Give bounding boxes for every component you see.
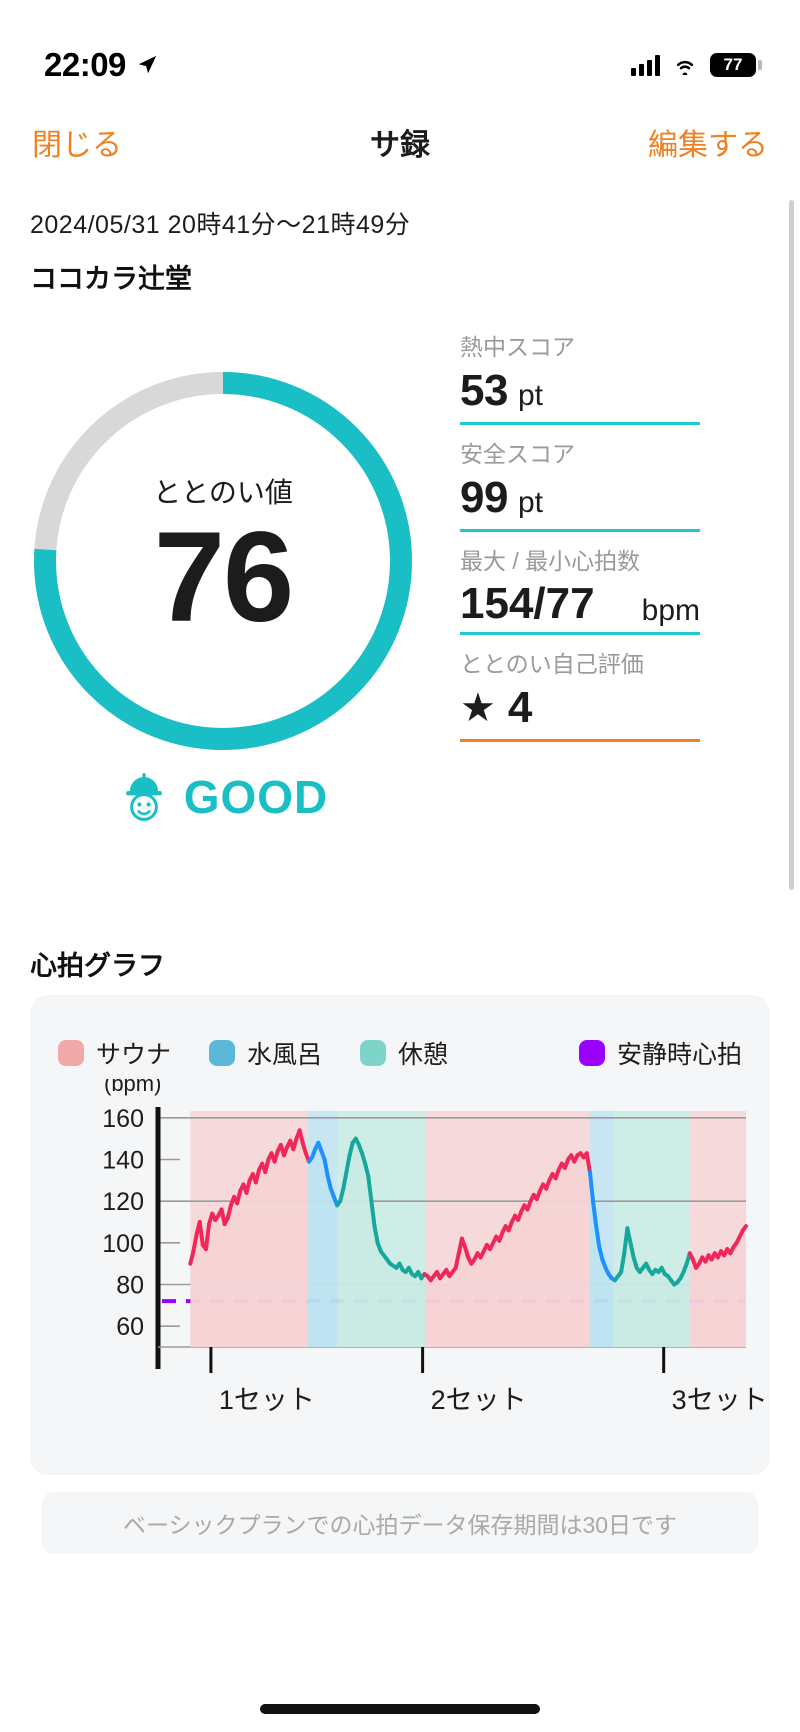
sauna-face-icon (125, 773, 162, 821)
home-indicator[interactable] (260, 1704, 540, 1714)
svg-text:(bpm): (bpm) (104, 1079, 161, 1096)
stat-label: 最大 / 最小心拍数 (460, 548, 641, 574)
star-icon: ★ (460, 686, 496, 731)
stat-label: ととのい自己評価 (460, 651, 644, 678)
stat-value-row: 53 pt (460, 366, 700, 422)
stat-value-row: ★ 4 (460, 683, 700, 739)
navigation-bar: 閉じる サ録 編集する (0, 102, 800, 182)
svg-text:2セット: 2セット (431, 1385, 527, 1415)
stat-underline (460, 739, 700, 743)
gauge-label: ととのい値 (153, 477, 293, 508)
wifi-icon (676, 60, 694, 75)
stat-underline (460, 422, 700, 425)
stat-value-row: 99 pt (460, 473, 700, 529)
stat-label: 熱中スコア (460, 334, 575, 360)
summary-section: ととのい値 76 GOOD 熱中スコア 53 pt 安全スコア 99 pt 最大… (0, 318, 800, 928)
gauge-center-text: ととのい値 76 (28, 471, 418, 645)
stat-unit: bpm (641, 594, 700, 628)
session-info: 2024/05/31 20時41分〜21時49分 ココカラ辻堂 (30, 205, 410, 296)
legend-item-sauna: サウナ (58, 1035, 171, 1071)
stat-value-row: 154/77 bpm (460, 579, 700, 632)
legend-label: サウナ (96, 1041, 172, 1069)
stat-safety-score: 安全スコア 99 pt (460, 435, 700, 532)
svg-text:80: 80 (116, 1272, 144, 1300)
stat-self-rating[interactable]: ととのい自己評価 ★ 4 (460, 645, 700, 743)
svg-text:140: 140 (102, 1147, 144, 1175)
legend-item-resting-hr: 安静時心拍 (578, 1035, 742, 1071)
session-place: ココカラ辻堂 (30, 264, 192, 294)
session-date-range: 2024/05/31 20時41分〜21時49分 (30, 211, 411, 239)
battery-percent: 77 (723, 55, 743, 74)
cellular-signal-icon (631, 54, 660, 76)
verdict-badge: GOOD (28, 770, 418, 824)
status-bar-left: 22:09 (44, 46, 158, 84)
location-arrow-icon (138, 55, 157, 74)
svg-text:3セット: 3セット (672, 1385, 768, 1415)
legend-swatch (209, 1040, 236, 1066)
legend-swatch (578, 1040, 605, 1066)
stat-unit: pt (517, 486, 543, 519)
footnote-text: ベーシックプランでの心拍データ保存期間は30日です (122, 1512, 678, 1538)
status-bar: 22:09 77 (0, 0, 800, 100)
stat-value: 154/77 (460, 579, 595, 628)
stat-value: 53 (460, 366, 508, 415)
legend-label: 水風呂 (247, 1041, 323, 1069)
stat-unit: pt (517, 379, 543, 412)
chart-section-title: 心拍グラフ (30, 951, 165, 981)
page-title: サ録 (370, 129, 430, 162)
verdict-label: GOOD (183, 771, 329, 823)
stat-underline (460, 632, 700, 636)
svg-text:160: 160 (102, 1105, 144, 1133)
legend-swatch (360, 1040, 387, 1066)
app-screen: 22:09 77 閉じる サ録 編集する 2024/05/31 20時41分〜2… (0, 0, 800, 1732)
totonoi-gauge: ととのい値 76 (28, 366, 418, 756)
gauge-value: 76 (153, 506, 294, 649)
stats-column: 熱中スコア 53 pt 安全スコア 99 pt 最大 / 最小心拍数 154/7… (460, 328, 700, 752)
legend-item-cold-bath: 水風呂 (209, 1035, 322, 1071)
svg-text:1セット: 1セット (219, 1385, 315, 1415)
plan-footnote: ベーシックプランでの心拍データ保存期間は30日です (42, 1492, 758, 1554)
stat-label: 安全スコア (460, 441, 575, 467)
stat-value: 99 (460, 473, 508, 522)
legend-swatch (58, 1040, 84, 1066)
stat-underline (460, 529, 700, 532)
heart-rate-plot: (bpm) 60 80 100 120 140 160 1セット 2セット 3セット (30, 1079, 770, 1439)
svg-text:60: 60 (116, 1313, 144, 1341)
stat-max-min-heart-rate: 最大 / 最小心拍数 154/77 bpm (460, 542, 700, 636)
chart-legend: サウナ 水風呂 休憩 安静時心拍 (58, 1035, 742, 1071)
battery-icon: 77 (710, 53, 762, 77)
status-bar-right: 77 (631, 53, 762, 77)
legend-item-rest: 休憩 (360, 1035, 448, 1071)
svg-text:120: 120 (102, 1188, 144, 1216)
heart-rate-chart-card: サウナ 水風呂 休憩 安静時心拍 (bpm) 60 80 100 120 140 160 1セ… (30, 995, 770, 1475)
legend-label: 安静時心拍 (616, 1041, 742, 1069)
stat-heat-score: 熱中スコア 53 pt (460, 328, 700, 425)
status-time: 22:09 (44, 46, 126, 83)
stat-value: 4 (507, 683, 533, 733)
legend-label: 休憩 (398, 1041, 449, 1069)
plot-svg: (bpm) 60 80 100 120 140 160 1セット 2セット 3セット (102, 1079, 768, 1415)
svg-text:100: 100 (102, 1230, 144, 1258)
